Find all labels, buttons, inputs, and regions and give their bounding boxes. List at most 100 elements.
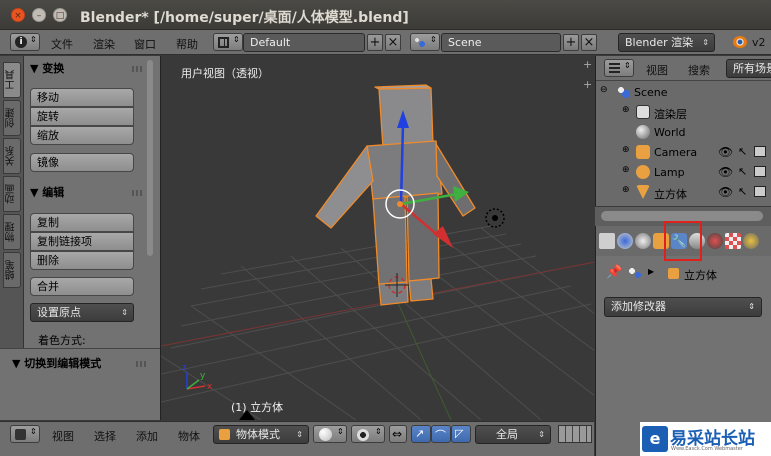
duplicate-button[interactable]: 复制 (30, 213, 134, 232)
x-axis-line (161, 261, 594, 347)
outliner-item-render-layers[interactable]: ⊕ 渲染层 (596, 103, 771, 123)
tab-tools[interactable]: 工具 (3, 62, 21, 98)
viewport-shading-dropdown[interactable]: ⇕ (313, 425, 347, 443)
active-object-label: (1) 立方体 (231, 401, 284, 414)
menu-window[interactable]: 窗口 (134, 36, 156, 52)
menu-view[interactable]: 视图 (52, 428, 74, 444)
scene-tab-icon[interactable] (635, 233, 651, 249)
chevron-updown-icon: ⇕ (702, 38, 709, 47)
eye-visibility-icon[interactable]: 👁 (718, 165, 733, 179)
cursor-selectable-icon[interactable]: ↖ (738, 145, 747, 158)
minimize-window-button[interactable]: – (32, 8, 46, 22)
tab-physics[interactable]: 物理 (3, 214, 21, 250)
outliner-item-world[interactable]: World (596, 123, 771, 143)
cursor-selectable-icon[interactable]: ↖ (738, 185, 747, 198)
expand-icon[interactable]: ⊕ (622, 145, 630, 155)
maximize-window-button[interactable]: □ (53, 8, 67, 22)
close-window-button[interactable]: × (11, 8, 25, 22)
screen-layout-field[interactable]: Default (243, 33, 365, 52)
edit-panel-header[interactable]: ▼ 编辑 (30, 184, 64, 200)
render-camera-icon[interactable] (754, 166, 766, 177)
tool-shelf-scrollbar[interactable] (147, 60, 153, 256)
tab-grease-pencil[interactable]: 蜡笔 (3, 252, 21, 288)
cursor-selectable-icon[interactable]: ↖ (738, 165, 747, 178)
join-button[interactable]: 合并 (30, 277, 134, 296)
editor-type-button[interactable]: i ⇕ (10, 33, 40, 51)
translate-manipulator-button[interactable]: ↗ (411, 425, 431, 443)
collapse-icon[interactable]: ⊖ (600, 85, 608, 95)
outliner-filter-dropdown[interactable]: 所有场景 (726, 59, 771, 78)
remove-screen-button[interactable]: × (385, 34, 401, 51)
outliner-horizontal-scrollbar[interactable] (601, 211, 763, 221)
outliner-item-camera[interactable]: ⊕ Camera 👁 ↖ (596, 143, 771, 163)
scale-button[interactable]: 缩放 (30, 126, 134, 145)
outliner-item-label: 立方体 (654, 188, 687, 201)
expand-icon[interactable]: ⊕ (622, 185, 630, 195)
pin-icon[interactable]: 📌 (606, 265, 622, 280)
menu-help[interactable]: 帮助 (176, 36, 198, 52)
drag-grip-icon[interactable] (136, 361, 148, 367)
render-layers-tab-icon[interactable] (617, 233, 633, 249)
drag-grip-icon[interactable] (132, 190, 144, 196)
render-tab-icon[interactable] (599, 233, 615, 249)
3d-viewport[interactable]: x z y + + 用户视图（透视） (1) 立方体 (160, 56, 594, 420)
move-button[interactable]: 移动 (30, 88, 134, 107)
render-engine-dropdown[interactable]: Blender 渲染 ⇕ (618, 33, 715, 52)
transform-orientation-dropdown[interactable]: 全局 ⇕ (475, 425, 551, 444)
delete-button[interactable]: 删除 (30, 251, 134, 270)
y-axis-line (392, 291, 452, 420)
outliner-item-scene[interactable]: ⊖ Scene (596, 83, 771, 103)
menu-select[interactable]: 选择 (94, 428, 116, 444)
menu-object[interactable]: 物体 (178, 428, 200, 444)
chevron-updown-icon: ⇕ (538, 430, 545, 439)
tab-relations[interactable]: 关系 (3, 138, 21, 174)
scene-field[interactable]: Scene (441, 33, 561, 52)
render-camera-icon[interactable] (754, 186, 766, 197)
expand-icon[interactable]: ⊕ (622, 105, 630, 115)
chevron-updown-icon: ⇕ (233, 35, 240, 44)
manipulator-toggle-button[interactable]: ⇔ (389, 425, 407, 443)
operator-panel-header[interactable]: ▼ 切换到编辑模式 (12, 355, 101, 371)
layout-grid-icon (218, 37, 229, 48)
camera-icon (636, 145, 650, 159)
add-modifier-dropdown[interactable]: 添加修改器 ⇕ (604, 297, 762, 317)
tab-animation[interactable]: 动画 (3, 176, 21, 212)
properties-context-tabs: 🔧 (596, 221, 771, 261)
transform-panel-header[interactable]: ▼ 变换 (30, 60, 64, 76)
layer-buttons[interactable] (558, 425, 592, 443)
viewport-scene: x z y + + (161, 58, 594, 420)
3d-editor-type-button[interactable]: ⇕ (10, 425, 40, 443)
outliner-editor-type-button[interactable]: ⇕ (604, 59, 634, 77)
particles-tab-icon[interactable] (743, 233, 759, 249)
menu-add[interactable]: 添加 (136, 428, 158, 444)
rotate-manipulator-button[interactable]: ⌒ (431, 425, 451, 443)
screen-layout-browse-button[interactable]: ⇕ (213, 33, 243, 51)
outliner-item-lamp[interactable]: ⊕ Lamp 👁 ↖ (596, 163, 771, 183)
outliner-item-cube[interactable]: ⊕ 立方体 👁 ↖ (596, 183, 771, 203)
tab-create[interactable]: 创建 (3, 100, 21, 136)
expand-icon[interactable]: ⊕ (622, 165, 630, 175)
menu-file[interactable]: 文件 (51, 36, 73, 52)
drag-grip-icon[interactable] (132, 66, 144, 72)
outliner-menu-search[interactable]: 搜索 (688, 62, 710, 78)
duplicate-linked-button[interactable]: 复制链接项 (30, 232, 134, 251)
add-scene-button[interactable]: + (563, 34, 579, 51)
lamp-icon (636, 165, 650, 179)
eye-visibility-icon[interactable]: 👁 (718, 145, 733, 159)
remove-scene-button[interactable]: × (581, 34, 597, 51)
rotate-button[interactable]: 旋转 (30, 107, 134, 126)
menu-render[interactable]: 渲染 (93, 36, 115, 52)
mirror-button[interactable]: 镜像 (30, 153, 134, 172)
set-origin-dropdown[interactable]: 设置原点 ⇕ (30, 303, 134, 322)
outliner-menu-view[interactable]: 视图 (646, 62, 668, 78)
eye-visibility-icon[interactable]: 👁 (718, 185, 733, 199)
scene-browse-button[interactable]: ⇕ (410, 33, 440, 51)
mode-dropdown[interactable]: 物体模式 ⇕ (213, 425, 309, 444)
texture-tab-icon[interactable] (725, 233, 741, 249)
add-screen-button[interactable]: + (367, 34, 383, 51)
pivot-point-dropdown[interactable]: ⇕ (351, 425, 385, 443)
material-tab-icon[interactable] (707, 233, 723, 249)
scale-manipulator-button[interactable]: ◸ (451, 425, 471, 443)
render-camera-icon[interactable] (754, 146, 766, 157)
object-data-icon (628, 267, 642, 279)
